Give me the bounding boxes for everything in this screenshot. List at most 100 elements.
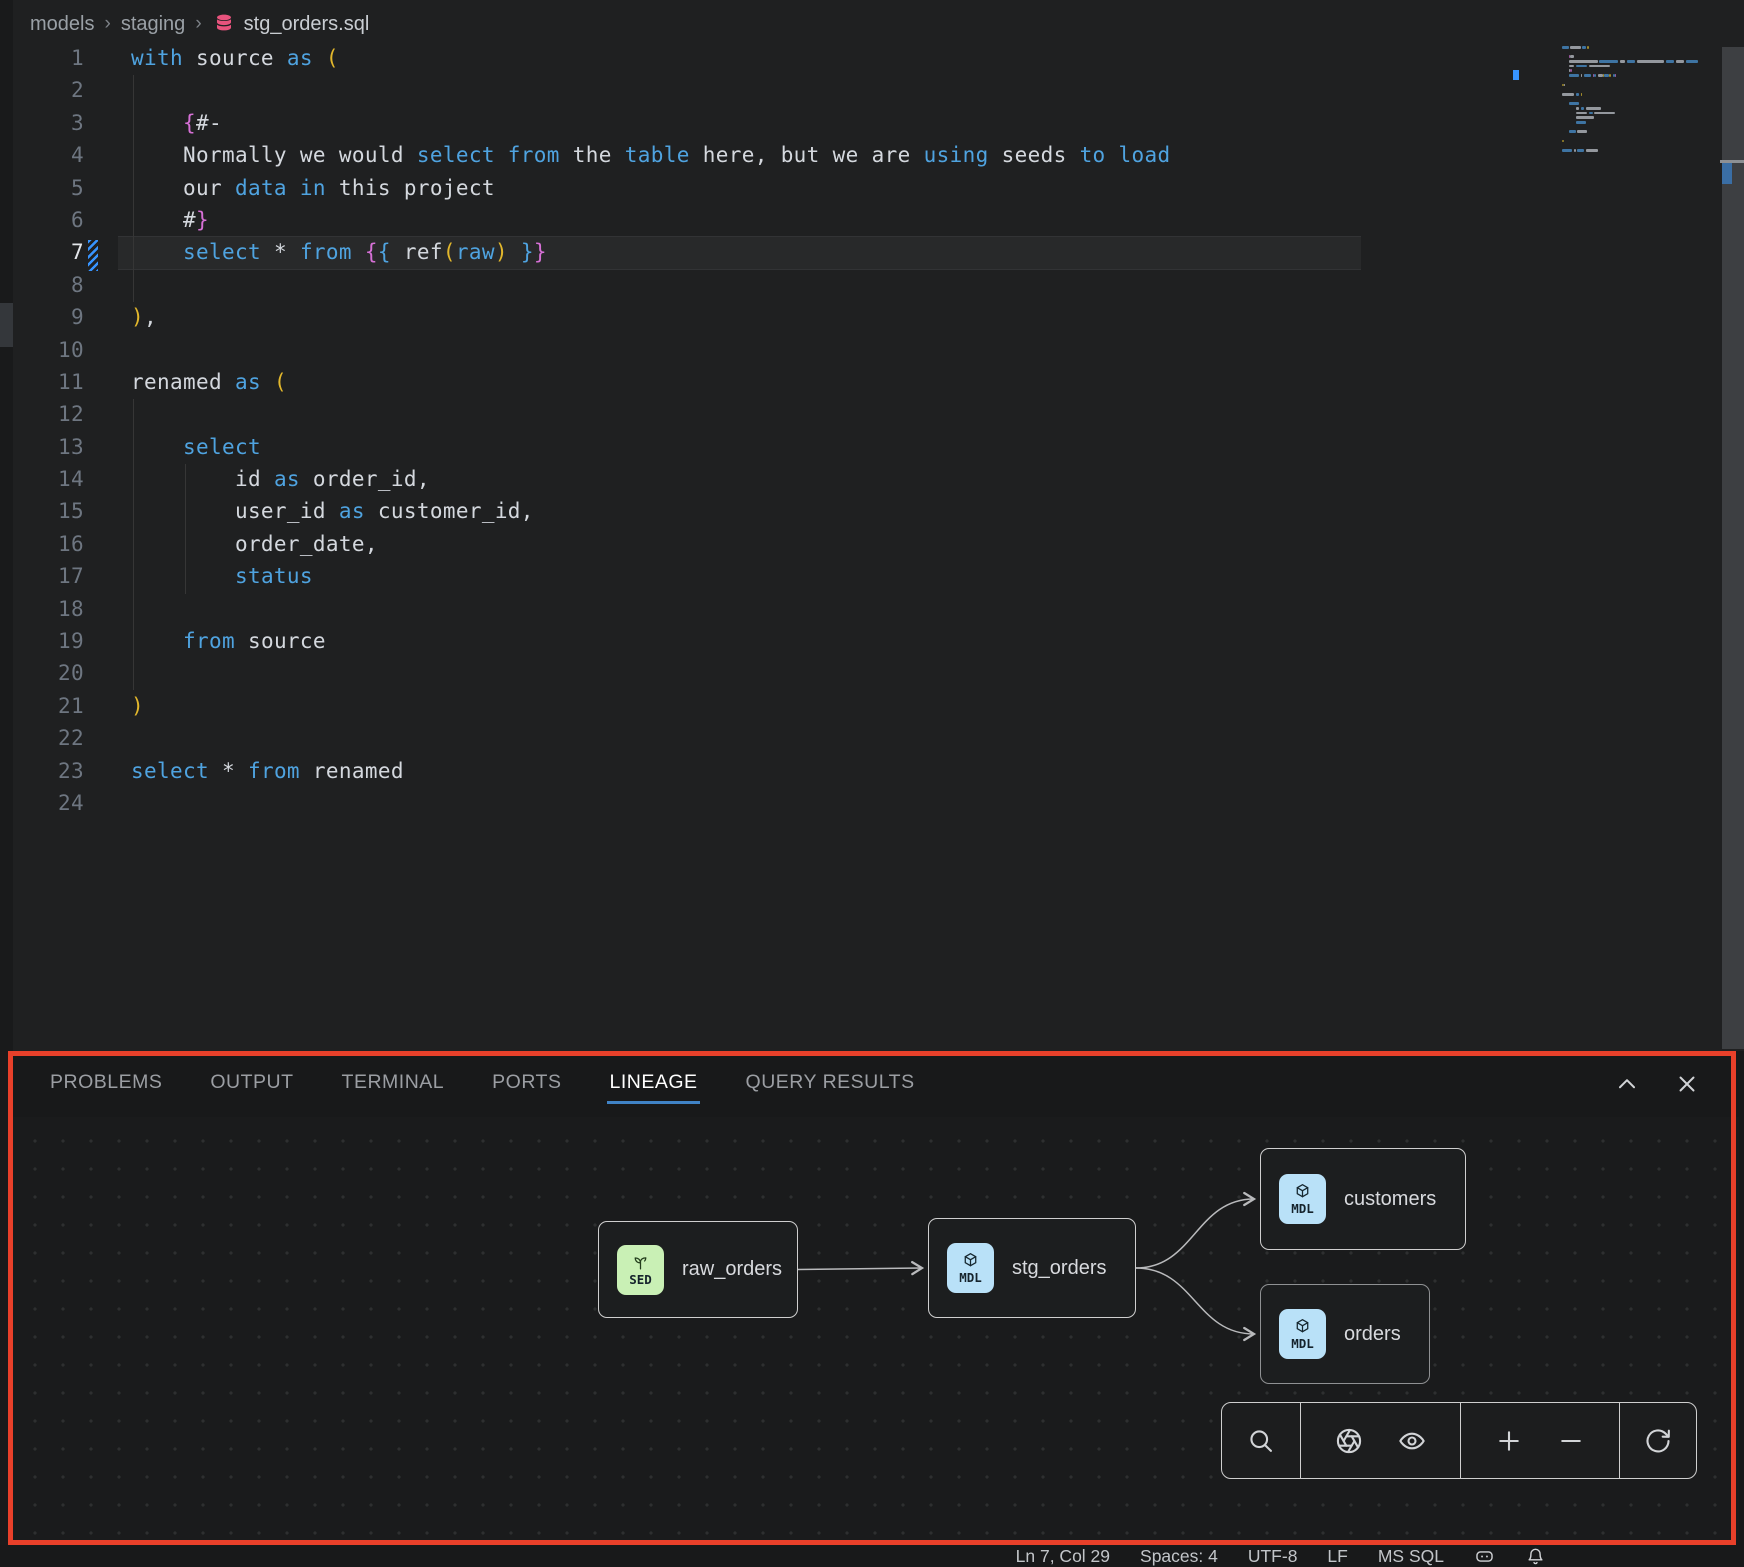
- panel-actions: [1614, 1071, 1700, 1097]
- code-text: Normally we would select from the table …: [110, 139, 1171, 171]
- zoom-out-icon: [1557, 1427, 1585, 1455]
- code-line-5[interactable]: 5 our data in this project: [13, 172, 1553, 204]
- code-line-6[interactable]: 6 #}: [13, 204, 1553, 236]
- code-line-21[interactable]: 21): [13, 690, 1553, 722]
- toolbar-group: [1619, 1403, 1696, 1478]
- code-line-16[interactable]: 16 order_date,: [13, 528, 1553, 560]
- editor-scrollbar[interactable]: [1722, 0, 1744, 1053]
- chevron-up-button[interactable]: [1614, 1071, 1640, 1097]
- code-line-8[interactable]: 8: [13, 269, 1553, 301]
- zoom-in-button[interactable]: [1495, 1427, 1523, 1455]
- panel-tab-lineage[interactable]: LINEAGE: [607, 1065, 699, 1104]
- status-item-lf[interactable]: LF: [1327, 1546, 1347, 1567]
- code-text: renamed as (: [110, 366, 287, 398]
- breadcrumb: models›staging›stg_orders.sql: [30, 8, 369, 40]
- close-button[interactable]: [1674, 1071, 1700, 1097]
- line-number: 5: [13, 172, 110, 204]
- code-text: status: [110, 560, 313, 592]
- code-line-2[interactable]: 2: [13, 74, 1553, 106]
- lineage-node-customers[interactable]: MDLcustomers: [1260, 1148, 1466, 1250]
- sidebar-drag-handle[interactable]: [0, 303, 13, 347]
- line-number: 14: [13, 463, 110, 495]
- eye-button[interactable]: [1398, 1427, 1426, 1455]
- close-icon: [1674, 1071, 1700, 1097]
- line-number: 6: [13, 204, 110, 236]
- code-text: select: [110, 431, 261, 463]
- line-number: 9: [13, 301, 110, 333]
- code-line-17[interactable]: 17 status: [13, 560, 1553, 592]
- refresh-button[interactable]: [1644, 1427, 1672, 1455]
- line-number: 17: [13, 560, 110, 592]
- copilot-icon: [1474, 1546, 1495, 1567]
- code-line-1[interactable]: 1with source as (: [13, 42, 1553, 74]
- node-label: stg_orders: [1012, 1257, 1107, 1280]
- refresh-icon: [1644, 1427, 1672, 1455]
- code-line-4[interactable]: 4 Normally we would select from the tabl…: [13, 139, 1553, 171]
- node-badge: MDL: [1279, 1174, 1326, 1224]
- code-line-22[interactable]: 22: [13, 722, 1553, 754]
- panel-tab-ports[interactable]: PORTS: [490, 1065, 563, 1104]
- line-number: 8: [13, 269, 110, 301]
- code-text: [110, 334, 131, 366]
- code-text: our data in this project: [110, 172, 495, 204]
- badge-label: MDL: [959, 1270, 982, 1285]
- code-line-14[interactable]: 14 id as order_id,: [13, 463, 1553, 495]
- panel-tab-terminal[interactable]: TERMINAL: [340, 1065, 447, 1104]
- code-text: select * from {{ ref(raw) }}: [110, 236, 547, 268]
- code-line-9[interactable]: 9),: [13, 301, 1553, 333]
- status-item-ms-sql[interactable]: MS SQL: [1378, 1546, 1444, 1567]
- badge-label: MDL: [1291, 1336, 1314, 1351]
- line-number: 11: [13, 366, 110, 398]
- code-text: id as order_id,: [110, 463, 430, 495]
- bell-icon: [1525, 1546, 1546, 1567]
- panel-tab-problems[interactable]: PROBLEMS: [48, 1065, 164, 1104]
- line-number: 13: [13, 431, 110, 463]
- code-line-20[interactable]: 20: [13, 657, 1553, 689]
- code-line-15[interactable]: 15 user_id as customer_id,: [13, 495, 1553, 527]
- code-line-18[interactable]: 18: [13, 593, 1553, 625]
- search-button[interactable]: [1247, 1427, 1275, 1455]
- code-line-13[interactable]: 13 select: [13, 431, 1553, 463]
- code-line-12[interactable]: 12: [13, 398, 1553, 430]
- lineage-node-orders[interactable]: MDLorders: [1260, 1284, 1430, 1384]
- minimap[interactable]: [1562, 45, 1714, 158]
- breadcrumb-item[interactable]: staging: [121, 13, 186, 36]
- eye-icon: [1398, 1427, 1426, 1455]
- code-line-7[interactable]: 7 select * from {{ ref(raw) }}: [13, 236, 1553, 268]
- code-editor[interactable]: 1with source as (23 {#-4 Normally we wou…: [13, 42, 1553, 819]
- line-number: 12: [13, 398, 110, 430]
- code-line-3[interactable]: 3 {#-: [13, 107, 1553, 139]
- status-item-spaces-4[interactable]: Spaces: 4: [1140, 1546, 1218, 1567]
- breadcrumb-file[interactable]: stg_orders.sql: [212, 12, 370, 36]
- code-line-10[interactable]: 10: [13, 334, 1553, 366]
- breadcrumb-separator: ›: [195, 13, 201, 35]
- aperture-button[interactable]: [1335, 1427, 1363, 1455]
- line-number: 23: [13, 755, 110, 787]
- breadcrumb-item[interactable]: models: [30, 13, 94, 36]
- code-line-24[interactable]: 24: [13, 787, 1553, 819]
- file-name: stg_orders.sql: [244, 13, 370, 36]
- code-line-19[interactable]: 19 from source: [13, 625, 1553, 657]
- scrollbar-thumb[interactable]: [1722, 47, 1744, 1049]
- bell-icon[interactable]: [1525, 1546, 1546, 1567]
- code-line-11[interactable]: 11renamed as (: [13, 366, 1553, 398]
- line-number: 15: [13, 495, 110, 527]
- lineage-node-stg_orders[interactable]: MDL stg_orders: [928, 1218, 1136, 1318]
- code-text: #}: [110, 204, 209, 236]
- lineage-node-raw_orders[interactable]: SEDraw_orders: [598, 1221, 798, 1318]
- code-text: select * from renamed: [110, 755, 404, 787]
- copilot-icon[interactable]: [1474, 1546, 1495, 1567]
- status-item-utf-8[interactable]: UTF-8: [1248, 1546, 1298, 1567]
- zoom-out-button[interactable]: [1557, 1427, 1585, 1455]
- panel-tab-query-results[interactable]: QUERY RESULTS: [744, 1065, 917, 1104]
- line-number: 19: [13, 625, 110, 657]
- node-badge: MDL: [1279, 1309, 1326, 1359]
- zoom-in-icon: [1495, 1427, 1523, 1455]
- badge-label: MDL: [1291, 1201, 1314, 1216]
- status-item-ln-7-col-29[interactable]: Ln 7, Col 29: [1016, 1546, 1110, 1567]
- code-line-23[interactable]: 23select * from renamed: [13, 755, 1553, 787]
- panel-tab-output[interactable]: OUTPUT: [208, 1065, 295, 1104]
- line-number: 16: [13, 528, 110, 560]
- code-text: [110, 593, 131, 625]
- line-number: 4: [13, 139, 110, 171]
